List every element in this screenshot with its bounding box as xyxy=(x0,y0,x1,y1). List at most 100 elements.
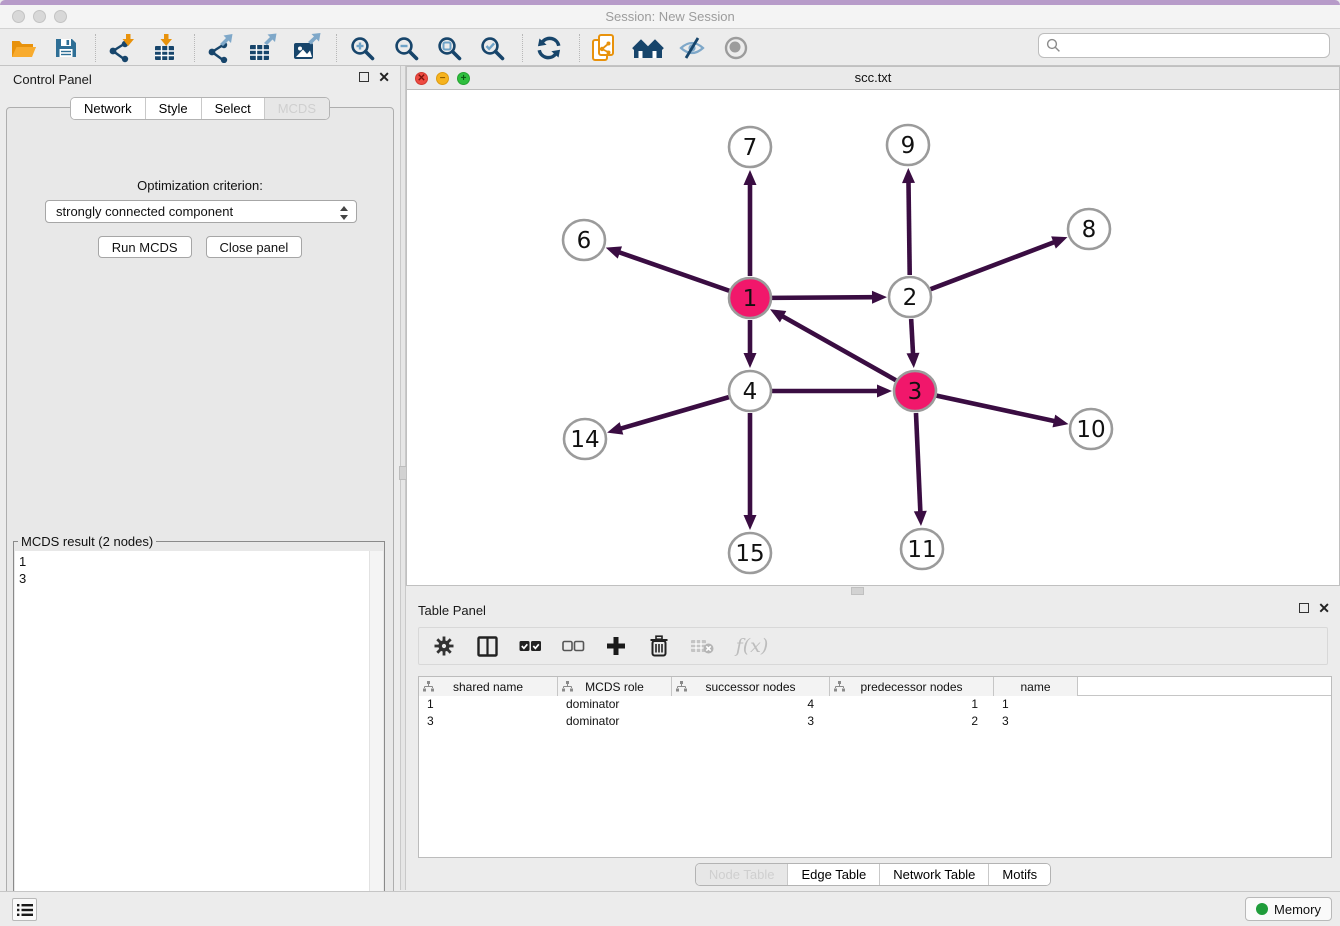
zoom-in-button[interactable] xyxy=(346,32,378,64)
graph-edge-arrowhead xyxy=(1052,415,1068,428)
window-title: Session: New Session xyxy=(0,9,1340,24)
deselect-all-columns-button[interactable] xyxy=(560,633,586,659)
delete-table-button[interactable] xyxy=(689,633,715,659)
clone-network-button[interactable] xyxy=(589,32,621,64)
close-panel-icon[interactable]: ✕ xyxy=(378,72,390,82)
gear-icon xyxy=(433,635,455,657)
zoom-fit-button[interactable] xyxy=(433,32,465,64)
table-panel-title: Table Panel xyxy=(418,603,486,618)
table-row[interactable]: 3dominator323 xyxy=(419,713,1331,730)
column-header-label: shared name xyxy=(453,680,523,694)
table-cell[interactable]: 3 xyxy=(994,713,1078,730)
tab-mcds[interactable]: MCDS xyxy=(265,98,329,119)
table-cell[interactable]: 4 xyxy=(672,696,830,713)
graph-edge-2-3[interactable] xyxy=(911,319,913,355)
graph-edge-4-14[interactable] xyxy=(620,397,729,429)
status-bar: Memory xyxy=(0,891,1340,926)
table-row[interactable]: 1dominator411 xyxy=(419,696,1331,713)
search-input[interactable] xyxy=(1061,39,1329,53)
hide-selected-button[interactable] xyxy=(676,32,708,64)
column-header-successor-nodes[interactable]: successor nodes xyxy=(672,677,830,696)
export-network-button[interactable] xyxy=(203,32,235,64)
column-header-name[interactable]: name xyxy=(994,677,1078,696)
plus-icon xyxy=(606,636,626,656)
memory-button[interactable]: Memory xyxy=(1245,897,1332,921)
graph-edge-arrowhead xyxy=(744,515,757,530)
search-field[interactable] xyxy=(1038,33,1330,58)
table-settings-button[interactable] xyxy=(431,633,457,659)
network-graph-canvas[interactable]: 7968124314101511 xyxy=(407,90,1339,586)
import-table-icon xyxy=(151,33,181,63)
tab-node-table[interactable]: Node Table xyxy=(696,864,789,885)
apply-function-button[interactable]: f(x) xyxy=(732,633,772,659)
table-cell[interactable]: dominator xyxy=(558,713,672,730)
close-table-panel-icon[interactable]: ✕ xyxy=(1318,603,1330,613)
memory-status-icon xyxy=(1256,903,1268,915)
refresh-icon xyxy=(536,35,562,61)
control-panel-title: Control Panel xyxy=(13,72,92,87)
export-table-button[interactable] xyxy=(246,32,278,64)
float-panel-icon[interactable] xyxy=(359,72,369,82)
graph-edge-2-9[interactable] xyxy=(908,181,909,275)
graph-node-label: 3 xyxy=(908,379,923,405)
table-cell[interactable]: dominator xyxy=(558,696,672,713)
tab-select[interactable]: Select xyxy=(202,98,265,119)
graph-edge-3-11[interactable] xyxy=(916,413,920,513)
tab-style[interactable]: Style xyxy=(146,98,202,119)
table-cell[interactable]: 1 xyxy=(994,696,1078,713)
save-session-button[interactable] xyxy=(50,32,82,64)
table-cell[interactable]: 1 xyxy=(830,696,994,713)
export-image-button[interactable] xyxy=(290,32,322,64)
import-table-button[interactable] xyxy=(150,32,182,64)
tab-network-table[interactable]: Network Table xyxy=(880,864,989,885)
table-cell[interactable]: 2 xyxy=(830,713,994,730)
toolbar-separator xyxy=(336,34,337,62)
graph-edge-3-10[interactable] xyxy=(937,396,1056,422)
run-mcds-button[interactable]: Run MCDS xyxy=(98,236,192,258)
zoom-out-icon xyxy=(393,35,420,62)
delete-column-button[interactable] xyxy=(646,633,672,659)
zoom-selected-button[interactable] xyxy=(476,32,508,64)
graph-node-label: 7 xyxy=(743,135,758,161)
graph-edge-2-8[interactable] xyxy=(931,242,1056,289)
float-table-panel-icon[interactable] xyxy=(1299,603,1309,613)
toolbar-separator xyxy=(522,34,523,62)
table-panel-tabs: Node TableEdge TableNetwork TableMotifs xyxy=(695,863,1051,886)
result-scrollbar[interactable] xyxy=(369,551,383,914)
optimization-criterion-dropdown[interactable]: strongly connected component xyxy=(45,200,357,223)
table-cell[interactable]: 3 xyxy=(419,713,558,730)
export-network-icon xyxy=(204,33,234,63)
task-history-button[interactable] xyxy=(12,898,37,921)
show-all-button[interactable] xyxy=(720,32,752,64)
column-header-predecessor-nodes[interactable]: predecessor nodes xyxy=(830,677,994,696)
tab-edge-table[interactable]: Edge Table xyxy=(788,864,880,885)
export-table-icon xyxy=(247,33,277,63)
table-cell[interactable]: 3 xyxy=(672,713,830,730)
zoom-out-button[interactable] xyxy=(390,32,422,64)
select-all-columns-button[interactable] xyxy=(517,633,543,659)
network-window-titlebar[interactable]: ✕ − + scc.txt xyxy=(407,67,1339,90)
import-network-button[interactable] xyxy=(104,32,136,64)
home-icon xyxy=(632,34,664,62)
horizontal-splitter-grip[interactable] xyxy=(851,587,864,595)
column-header-MCDS-role[interactable]: MCDS role xyxy=(558,677,672,696)
refresh-layout-button[interactable] xyxy=(533,32,565,64)
close-panel-button[interactable]: Close panel xyxy=(206,236,303,258)
column-header-shared-name[interactable]: shared name xyxy=(419,677,558,696)
column-header-label: successor nodes xyxy=(705,680,795,694)
graph-edge-arrowhead xyxy=(606,246,622,258)
column-browser-button[interactable] xyxy=(474,633,500,659)
graph-edge-1-6[interactable] xyxy=(618,252,729,291)
graph-edge-3-1[interactable] xyxy=(781,316,895,381)
tab-motifs[interactable]: Motifs xyxy=(989,864,1050,885)
checked-boxes-icon xyxy=(519,640,542,653)
node-table[interactable]: shared name MCDS role successor nodes prede… xyxy=(418,676,1332,858)
table-cell[interactable]: 1 xyxy=(419,696,558,713)
first-neighbors-button[interactable] xyxy=(632,32,664,64)
add-column-button[interactable] xyxy=(603,633,629,659)
dropdown-value: strongly connected component xyxy=(56,204,233,219)
graph-edge-1-2[interactable] xyxy=(772,297,874,298)
tab-network[interactable]: Network xyxy=(71,98,146,119)
main-toolbar xyxy=(0,29,1340,66)
open-session-button[interactable] xyxy=(8,32,40,64)
